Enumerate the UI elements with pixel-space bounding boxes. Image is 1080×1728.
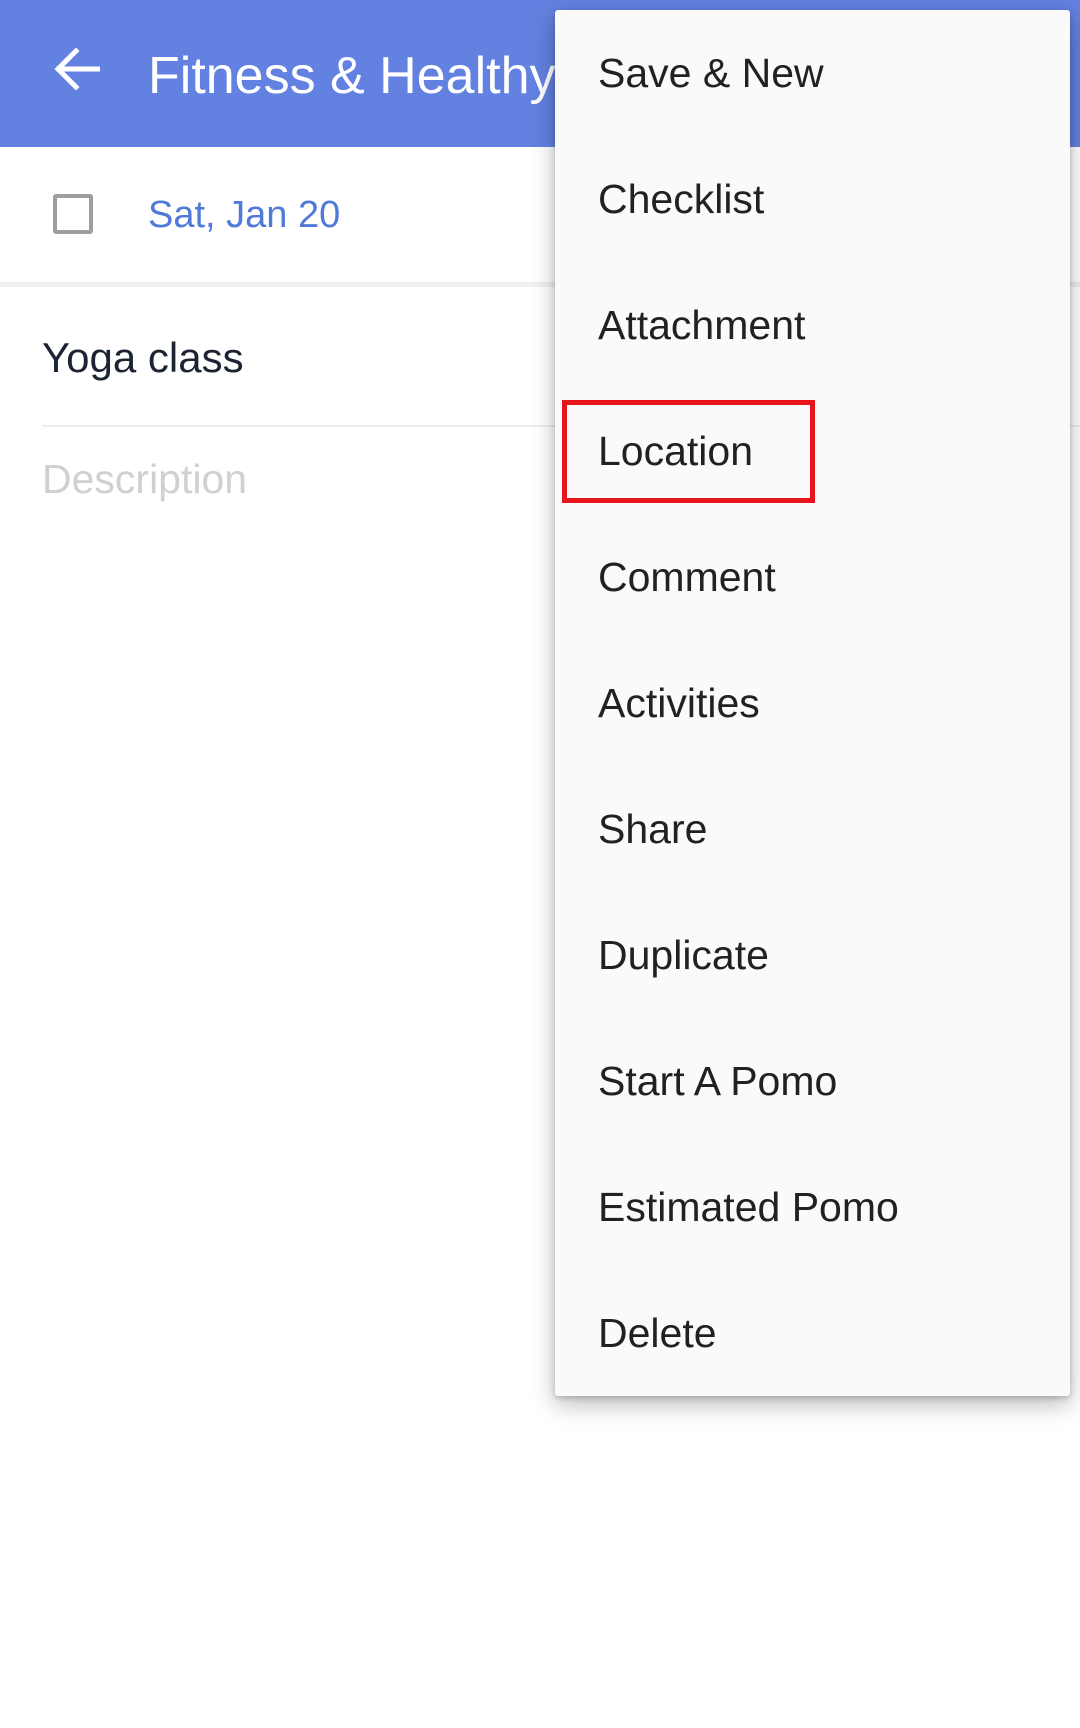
list-title: Fitness & Healthy — [148, 47, 556, 105]
task-title-field[interactable]: Yoga class — [42, 332, 244, 384]
task-checkbox[interactable] — [53, 194, 93, 234]
menu-item-estimated-pomo[interactable]: Estimated Pomo — [555, 1144, 1070, 1270]
menu-item-save-new[interactable]: Save & New — [555, 10, 1070, 136]
menu-item-location[interactable]: Location — [555, 388, 1070, 514]
menu-item-attachment[interactable]: Attachment — [555, 262, 1070, 388]
back-button[interactable] — [40, 34, 114, 108]
menu-item-start-pomo[interactable]: Start A Pomo — [555, 1018, 1070, 1144]
task-detail-screen: Fitness & Healthy Sat, Jan 20 Yoga class… — [0, 0, 1080, 1728]
overflow-menu: Save & New Checklist Attachment Location… — [555, 10, 1070, 1396]
menu-item-comment[interactable]: Comment — [555, 514, 1070, 640]
menu-item-share[interactable]: Share — [555, 766, 1070, 892]
menu-item-activities[interactable]: Activities — [555, 640, 1070, 766]
menu-item-delete[interactable]: Delete — [555, 1270, 1070, 1396]
menu-item-duplicate[interactable]: Duplicate — [555, 892, 1070, 1018]
description-field[interactable]: Description — [42, 453, 247, 505]
arrow-left-icon — [54, 46, 101, 95]
menu-item-checklist[interactable]: Checklist — [555, 136, 1070, 262]
due-date-button[interactable]: Sat, Jan 20 — [148, 191, 340, 239]
